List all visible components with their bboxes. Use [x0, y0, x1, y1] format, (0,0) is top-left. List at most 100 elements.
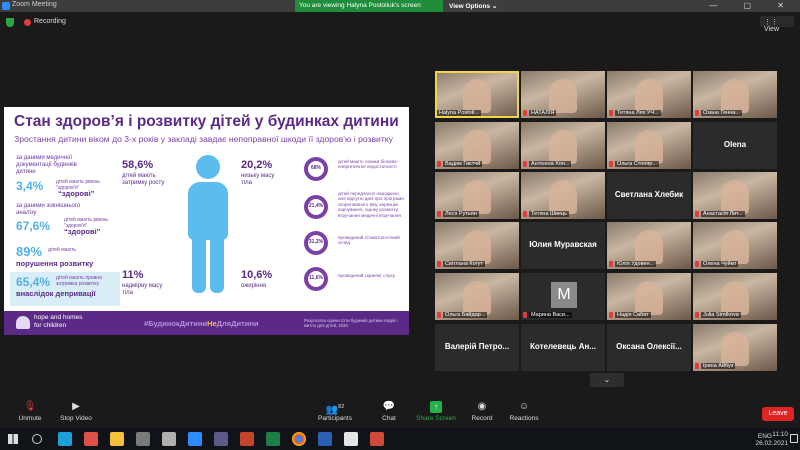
participant-tile[interactable]: Юлия Муравская — [521, 222, 605, 269]
participant-tile[interactable]: Озана Генна... — [693, 71, 777, 118]
participant-nameplate: Ольга Стопяр... — [615, 161, 659, 167]
participant-nameplate: Леся Рутьян — [443, 211, 479, 217]
app-icon-white[interactable] — [344, 432, 358, 446]
participant-tile[interactable]: Тетяна Швець — [521, 172, 605, 219]
chrome-icon[interactable] — [292, 432, 306, 446]
powerpoint-icon[interactable] — [240, 432, 254, 446]
participant-nameplate: Марина Васи... — [529, 312, 572, 318]
meeting-toolbar: 🎙 Unmute ▶ Stop Video 👥82 Participants 💬… — [0, 398, 800, 428]
participant-tile[interactable]: Котелевець Ан... — [521, 324, 605, 371]
file-explorer-icon[interactable] — [110, 432, 124, 446]
participant-video — [721, 180, 749, 214]
stop-video-button[interactable]: ▶ Stop Video — [46, 398, 106, 428]
app-icon-red[interactable] — [84, 432, 98, 446]
pct-low-weight: 20,2% — [241, 159, 273, 171]
participant-tile[interactable]: Олена Чуйко — [693, 222, 777, 269]
gallery-more-button[interactable]: ⌄ — [590, 373, 624, 387]
mic-muted-icon — [523, 312, 527, 318]
photos-icon[interactable] — [162, 432, 176, 446]
participant-name: Юлия Муравская — [529, 240, 597, 249]
edge-browser-icon[interactable] — [58, 432, 72, 446]
window-controls[interactable]: — ▢ ✕ — [709, 1, 796, 10]
ring-dental: 31,2% — [304, 231, 328, 255]
participant-tile[interactable]: Julia Strelkova — [693, 273, 777, 320]
participant-tile[interactable]: Юлія Удовен... — [607, 222, 691, 269]
notifications-icon[interactable] — [790, 434, 798, 443]
participant-tile[interactable]: НАТАЛІЯ — [521, 71, 605, 118]
mic-muted-icon — [437, 211, 441, 217]
participant-video — [463, 130, 491, 164]
participant-tile[interactable]: Анастасія Лит... — [693, 172, 777, 219]
dev-word: порушення розвитку — [16, 259, 94, 268]
participant-tile[interactable]: Ольга Стопяр... — [607, 122, 691, 169]
hashtag-part-a: #БудинокДитини — [144, 319, 208, 328]
participant-tile[interactable]: Антоніна Хон... — [521, 122, 605, 169]
mic-muted-icon — [437, 261, 441, 267]
pct-healthy-docs: 3,4% — [16, 179, 44, 193]
ring-premature: 21,4% — [304, 195, 328, 219]
clock-time: 11:10 — [772, 431, 788, 438]
txt-growth: дітей мають затримку росту — [122, 173, 165, 186]
recording-label: Recording — [34, 18, 66, 25]
app-icon-purple[interactable] — [214, 432, 228, 446]
participant-tile[interactable]: Оксана Олексії... — [607, 324, 691, 371]
participant-tile[interactable]: M Марина Васи... — [521, 273, 605, 320]
participant-tile[interactable]: Ольга Байдар... — [435, 273, 519, 320]
participant-nameplate: Тетяна Швець — [529, 211, 570, 217]
ring-1-value: 68% — [310, 165, 321, 171]
participants-label: Participants — [318, 415, 352, 422]
participant-video — [721, 79, 749, 113]
word-icon[interactable] — [318, 432, 332, 446]
mic-muted-icon — [695, 363, 699, 369]
leave-button[interactable]: Leave — [762, 407, 794, 421]
pct-deprivation: 65,4% — [16, 275, 51, 289]
shield-icon[interactable] — [6, 18, 14, 27]
slide-footer: hope and homes for children #БудинокДити… — [4, 311, 409, 335]
participant-tile[interactable]: Світлана Когут — [435, 222, 519, 269]
zoom-taskbar-icon[interactable] — [188, 432, 202, 446]
logo-line-2: for children — [34, 322, 67, 329]
participant-tile[interactable]: Леся Рутьян — [435, 172, 519, 219]
ring-4-text: проведений скринінг слуху — [338, 273, 395, 278]
participant-video — [463, 230, 491, 264]
system-clock[interactable]: 11:10 26.02.2021 — [755, 430, 788, 448]
participant-nameplate: Вадим Гаєтчй — [443, 161, 483, 167]
share-screen-icon: ↑ — [430, 401, 442, 413]
participant-tile[interactable]: Halyna Postoli... — [435, 71, 519, 118]
search-icon[interactable] — [32, 434, 42, 444]
note-dev: дітей мають — [48, 247, 76, 253]
slide-title: Стан здоров’я і розвитку дітей у будинка… — [14, 113, 399, 130]
participant-tile[interactable]: Olena — [693, 122, 777, 169]
participant-nameplate: Анастасія Лит... — [701, 211, 745, 217]
mic-muted-icon — [695, 312, 699, 318]
participant-tile[interactable]: Надія Сабат — [607, 273, 691, 320]
app-icon-orange[interactable] — [370, 432, 384, 446]
ring-2-value: 21,4% — [308, 203, 324, 209]
app-icon-gray[interactable] — [136, 432, 150, 446]
windows-taskbar: ENG 11:10 26.02.2021 — [0, 428, 800, 450]
view-options-button[interactable]: View Options ⌄ — [443, 0, 505, 12]
ring-3-text: проведений стоматологічний огляд — [338, 235, 400, 246]
slide-subtitle: Зростання дитини віком до 3-х років у за… — [14, 134, 393, 144]
participant-nameplate: Ольга Байдар... — [443, 312, 488, 318]
participant-tile[interactable]: Валерій Петро... — [435, 324, 519, 371]
participants-button[interactable]: 👥82 Participants — [305, 398, 365, 428]
pct-dev: 89% — [16, 244, 43, 259]
participant-tile[interactable]: Вадим Гаєтчй — [435, 122, 519, 169]
participant-video — [721, 332, 749, 366]
participant-tile[interactable]: Ірина Айбуз — [693, 324, 777, 371]
participant-tile[interactable]: Светлана Хлебик — [607, 172, 691, 219]
smiley-icon: ☺ — [518, 401, 530, 412]
excel-icon[interactable] — [266, 432, 280, 446]
view-button[interactable]: ⋮⋮ View — [760, 16, 794, 33]
healthy-word-1: “здорові” — [58, 189, 95, 198]
mic-muted-icon — [695, 211, 699, 217]
windows-start-icon[interactable] — [8, 434, 18, 444]
hope-homes-logo: hope and homes for children — [34, 314, 82, 330]
logo-line-1: hope and homes — [34, 314, 83, 321]
pct-obesity: 10,6% — [241, 269, 273, 281]
participant-tile[interactable]: Тетяна Лях УЧ... — [607, 71, 691, 118]
participant-video — [635, 79, 663, 113]
hashtag-part-b: Не — [207, 319, 217, 328]
reactions-button[interactable]: ☺ Reactions — [494, 398, 554, 428]
